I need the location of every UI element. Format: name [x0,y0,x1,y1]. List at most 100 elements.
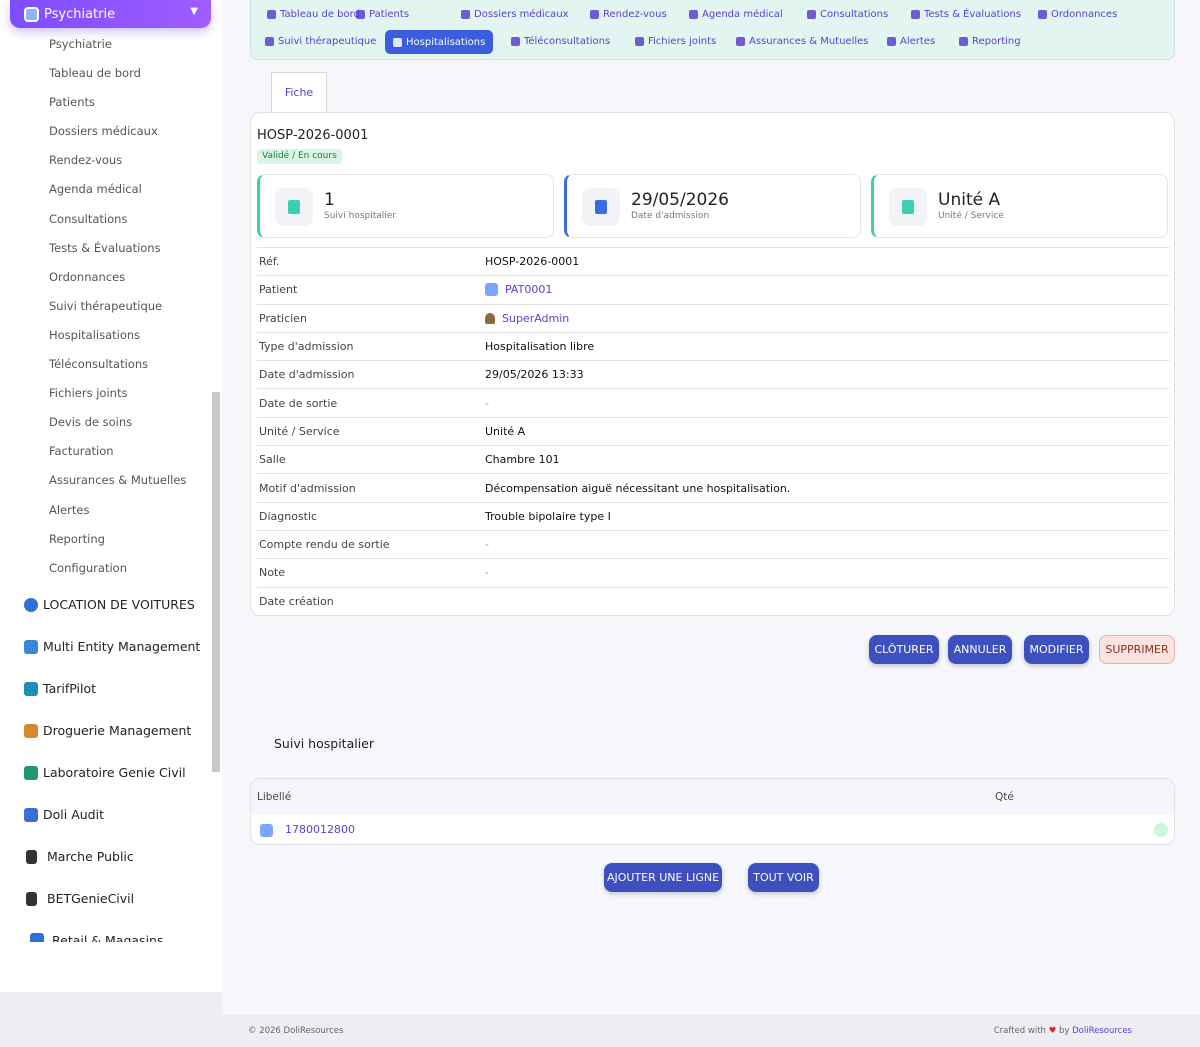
record-fields: Réf. HOSP-2026-0001 Patient PAT0001 Pratic… [257,247,1170,615]
sidebar-item[interactable]: Psychiatrie [0,30,212,59]
sidebar-item[interactable]: Dossiers médicaux [0,117,212,146]
sidebar-item[interactable]: Hospitalisations [0,321,212,350]
sidebar: Psychiatrie ▼ Psychiatrie Tableau de bor… [0,0,222,992]
tab-fiche[interactable]: Fiche [271,72,327,112]
bed-icon [889,188,927,226]
practitioner-link[interactable]: SuperAdmin [485,312,569,325]
field-row: Date création [257,586,1170,615]
field-row: Unité / Service Unité A [257,416,1170,445]
module-location-voitures[interactable]: LOCATION DE VOITURES [24,597,210,612]
line-icon [260,824,273,837]
sidebar-item[interactable]: Fichiers joints [0,379,212,408]
sidebar-item[interactable]: Tableau de bord [0,59,212,88]
line-link[interactable]: 1780012800 [285,823,355,836]
sidebar-item[interactable]: Alertes [0,496,212,525]
field-row: Note - [257,558,1170,586]
tab-hospitalisations[interactable]: Hospitalisations [385,30,494,54]
sidebar-scrollbar[interactable] [212,392,220,772]
delete-button[interactable]: SUPPRIMER [1099,635,1175,664]
col-qty: Qté [995,791,1014,803]
calendar-check-icon [590,10,599,19]
brand-link[interactable]: DoliResources [1072,1026,1132,1036]
sidebar-item[interactable]: Tests & Évaluations [0,234,212,263]
field-row: Type d'admission Hospitalisation libre [257,331,1170,360]
sidebar-item[interactable]: Téléconsultations [0,350,212,379]
sidebar-item[interactable]: Rendez-vous [0,146,212,175]
stat-suivi-hospitalier: 1 Suivi hospitalier [257,174,554,238]
user-icon [485,312,495,324]
sidebar-item[interactable]: Agenda médical [0,175,212,204]
dashboard-icon [267,10,276,19]
module-multi-entity[interactable]: Multi Entity Management [24,639,210,654]
warning-icon [887,37,896,46]
field-row: Réf. HOSP-2026-0001 [257,247,1170,275]
module-tarifpilot[interactable]: TarifPilot [24,681,210,696]
document-icon [26,891,37,906]
user-icon [356,10,365,19]
sidebar-item[interactable]: Facturation [0,437,212,466]
field-row: Motif d'admission Décompensation aiguë né… [257,473,1170,501]
module-doli-audit[interactable]: Doli Audit [24,807,210,822]
patient-link[interactable]: PAT0001 [485,283,552,297]
module-marche-public[interactable]: Marche Public [24,849,210,864]
tab-consultations[interactable]: Consultations [807,9,888,20]
field-row: Compte rendu de sortie - [257,529,1170,558]
psychiatry-module-icon [24,6,39,22]
field-row: Diagnostic Trouble bipolaire type I [257,501,1170,530]
building-icon [24,639,38,654]
field-row: Praticien SuperAdmin [257,303,1170,332]
clipboard-icon [911,10,920,19]
sidebar-item[interactable]: Configuration [0,554,212,583]
table-header: Libellé Qté [251,779,1174,815]
add-line-button[interactable]: AJOUTER UNE LIGNE [604,863,722,892]
top-navigation: Tableau de bord Patients Dossiers médica… [250,0,1175,60]
sidebar-item[interactable]: Patients [0,88,212,117]
sidebar-bottom [0,992,222,1047]
tab-patients[interactable]: Patients [356,9,409,20]
sidebar-item[interactable]: Reporting [0,525,212,554]
main-content: Tableau de bord Patients Dossiers médica… [222,0,1200,1015]
module-laboratoire[interactable]: Laboratoire Genie Civil [24,765,210,780]
cancel-button[interactable]: ANNULER [948,635,1012,664]
tab-ordonnances[interactable]: Ordonnances [1038,9,1117,20]
tab-alertes[interactable]: Alertes [887,36,935,47]
tab-fichiers-joints[interactable]: Fichiers joints [635,36,716,47]
tab-teleconsultations[interactable]: Téléconsultations [511,36,610,47]
tab-rendez-vous[interactable]: Rendez-vous [590,9,667,20]
chevron-down-icon: ▼ [190,6,198,17]
field-row: Date d'admission 29/05/2026 13:33 [257,360,1170,388]
sidebar-item[interactable]: Ordonnances [0,263,212,292]
tab-tests-evaluations[interactable]: Tests & Évaluations [911,9,1021,20]
calendar-icon [689,10,698,19]
tab-assurances-mutuelles[interactable]: Assurances & Mutuelles [736,36,869,47]
audit-icon [24,807,38,822]
droguerie-icon [24,723,38,738]
status-badge: Validé / En cours [257,149,342,164]
clipboard-list-icon [265,37,274,46]
stethoscope-icon [807,10,816,19]
submenu: Psychiatrie Tableau de bord Patients Dos… [0,30,212,583]
sidebar-item[interactable]: Suivi thérapeutique [0,292,212,321]
crafted-by: Crafted with ♥ by DoliResources [993,1026,1132,1036]
field-row: Salle Chambre 101 [257,445,1170,473]
sidebar-item[interactable]: Assurances & Mutuelles [0,466,212,495]
laboratory-icon [24,765,38,780]
tab-dossiers-medicaux[interactable]: Dossiers médicaux [461,9,569,20]
edit-button[interactable]: MODIFIER [1024,635,1089,664]
module-selector[interactable]: Psychiatrie ▼ [10,0,211,28]
sidebar-item[interactable]: Consultations [0,205,212,234]
module-betgeniecivil[interactable]: BETGenieCivil [24,891,210,906]
field-row: Patient PAT0001 [257,275,1170,303]
folder-icon [461,10,470,19]
module-droguerie[interactable]: Droguerie Management [24,723,210,738]
module-retail[interactable]: Retail & Magasins [24,933,210,942]
tab-reporting[interactable]: Reporting [959,36,1021,47]
tab-tableau-de-bord[interactable]: Tableau de bord [267,9,360,20]
sidebar-item[interactable]: Devis de soins [0,408,212,437]
status-dot [1154,823,1168,837]
view-all-button[interactable]: TOUT VOIR [748,863,819,892]
tab-agenda-medical[interactable]: Agenda médical [689,9,783,20]
patient-icon [485,283,498,297]
close-button[interactable]: CLÔTURER [869,635,939,664]
tab-suivi-therapeutique[interactable]: Suivi thérapeutique [265,36,376,47]
